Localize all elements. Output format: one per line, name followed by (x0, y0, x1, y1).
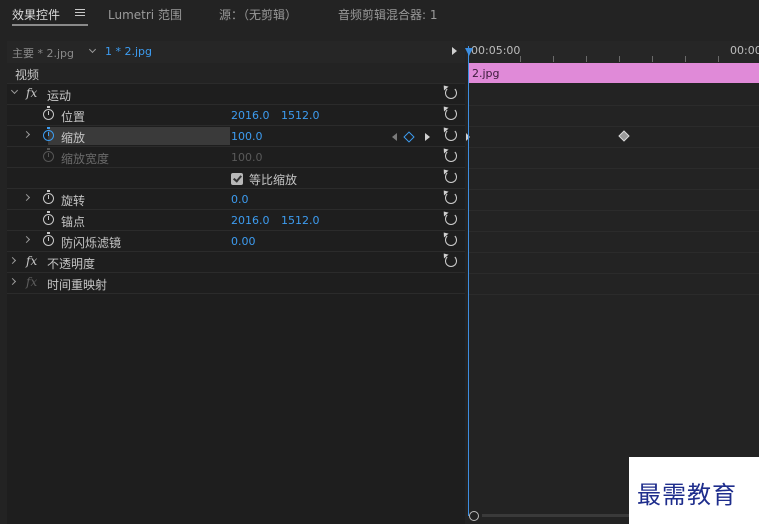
motion-label: 运动 (47, 89, 72, 103)
watermark-logo: 最需教育 (629, 457, 759, 524)
timecode-end: 00:00 (730, 44, 759, 57)
stopwatch-icon[interactable] (43, 190, 54, 204)
reset-icon[interactable] (445, 171, 457, 183)
section-video-label: 视频 (15, 68, 40, 82)
master-clip-tab[interactable]: 主要 * 2.jpg (12, 45, 74, 61)
ruler-tick (718, 56, 719, 62)
fx-icon: fx (26, 275, 38, 289)
active-tab-indicator (12, 24, 88, 26)
property-row-anti-flicker: 防闪烁滤镜 0.00 (7, 231, 465, 252)
effect-row-time-remap[interactable]: fx 时间重映射 (7, 273, 465, 294)
sequence-clip-tab[interactable]: 1 * 2.jpg (105, 45, 152, 58)
tab-audio-clip-mixer[interactable]: 音频剪辑混合器: 1 (338, 6, 438, 23)
tab-lumetri-scopes[interactable]: Lumetri 范围 (108, 6, 182, 23)
anchor-label: 锚点 (61, 215, 86, 229)
clip-name: 2.jpg (472, 67, 500, 80)
section-video: 视频 (7, 63, 465, 84)
fx-icon[interactable]: fx (26, 254, 37, 268)
effect-row-opacity[interactable]: fx 不透明度 (7, 252, 465, 273)
rotation-value[interactable]: 0.0 (231, 193, 249, 206)
time-remap-label: 时间重映射 (47, 278, 108, 292)
timeline-row-divider (469, 126, 759, 127)
timeline-row-divider (469, 189, 759, 190)
chevron-right-icon[interactable] (22, 130, 31, 139)
ruler-tick (652, 56, 653, 62)
position-x-value[interactable]: 2016.0 (231, 109, 270, 122)
chevron-right-icon[interactable] (8, 277, 17, 286)
timeline-row-divider (469, 273, 759, 274)
playhead-line[interactable] (468, 46, 469, 516)
ruler-tick (586, 56, 587, 62)
chevron-down-icon[interactable] (88, 45, 97, 54)
next-keyframe-icon[interactable] (425, 133, 430, 141)
uniform-scale-label: 等比缩放 (249, 173, 298, 187)
stopwatch-icon[interactable] (43, 106, 54, 120)
playhead-handle[interactable] (465, 48, 473, 56)
stopwatch-icon[interactable] (43, 211, 54, 225)
ruler-tick (685, 56, 686, 62)
chevron-down-icon[interactable] (10, 86, 19, 95)
reset-icon[interactable] (445, 213, 457, 225)
timeline-scrollbar-track[interactable] (482, 514, 642, 517)
effect-row-motion[interactable]: fx 运动 (7, 84, 465, 105)
timeline-row-divider (469, 147, 759, 148)
timeline-row-divider (469, 210, 759, 211)
timeline-row-divider (469, 231, 759, 232)
scale-label: 缩放 (61, 131, 86, 145)
rotation-label: 旋转 (61, 194, 86, 208)
opacity-label: 不透明度 (47, 257, 96, 271)
ruler-tick (553, 56, 554, 62)
anti-flicker-value[interactable]: 0.00 (231, 235, 256, 248)
position-label: 位置 (61, 110, 86, 124)
stopwatch-icon (43, 148, 54, 162)
property-row-anchor: 锚点 2016.0 1512.0 (7, 210, 465, 231)
fx-icon[interactable]: fx (26, 86, 37, 100)
clip-bar[interactable]: 2.jpg (469, 63, 759, 83)
ruler-tick (520, 56, 521, 62)
timeline-row-divider (469, 294, 759, 295)
reset-icon[interactable] (445, 255, 457, 267)
scale-width-label: 缩放宽度 (61, 152, 110, 166)
menu-icon[interactable] (75, 9, 85, 17)
watermark-text: 最需教育 (637, 481, 737, 509)
anchor-y-value[interactable]: 1512.0 (281, 214, 320, 227)
clip-selector-bar: 主要 * 2.jpg 1 * 2.jpg (7, 41, 465, 64)
previous-keyframe-icon[interactable] (392, 133, 397, 141)
chevron-right-icon[interactable] (22, 193, 31, 202)
position-y-value[interactable]: 1512.0 (281, 109, 320, 122)
reset-icon[interactable] (445, 192, 457, 204)
ruler-tick (619, 56, 620, 62)
property-row-scale-width: 缩放宽度 100.0 (7, 147, 465, 168)
reset-icon[interactable] (445, 129, 457, 141)
timeline-row-divider (469, 168, 759, 169)
panel-tab-bar: 效果控件 Lumetri 范围 源：（无剪辑） 音频剪辑混合器: 1 (0, 0, 759, 30)
property-row-position: 位置 2016.0 1512.0 (7, 105, 465, 126)
tab-source[interactable]: 源：（无剪辑） (219, 6, 297, 23)
anti-flicker-label: 防闪烁滤镜 (61, 236, 122, 250)
uniform-scale-checkbox[interactable] (231, 173, 243, 185)
timeline-row-divider (469, 105, 759, 106)
reset-icon[interactable] (445, 234, 457, 246)
chevron-right-icon[interactable] (22, 235, 31, 244)
stopwatch-icon[interactable] (43, 232, 54, 246)
reset-icon[interactable] (445, 150, 457, 162)
reset-icon[interactable] (445, 87, 457, 99)
timeline-row-divider (469, 252, 759, 253)
play-only-triangle-icon[interactable] (452, 47, 457, 55)
reset-icon[interactable] (445, 108, 457, 120)
chevron-right-icon[interactable] (8, 256, 17, 265)
timecode-start: 00:05:00 (471, 44, 521, 57)
keyframe-timeline (466, 41, 759, 524)
tab-effect-controls[interactable]: 效果控件 (12, 6, 60, 23)
property-row-rotation: 旋转 0.0 (7, 189, 465, 210)
anchor-x-value[interactable]: 2016.0 (231, 214, 270, 227)
scale-value[interactable]: 100.0 (231, 130, 263, 143)
scale-width-value: 100.0 (231, 151, 263, 164)
stopwatch-icon[interactable] (43, 127, 54, 141)
timeline-zoom-handle[interactable] (469, 511, 479, 521)
